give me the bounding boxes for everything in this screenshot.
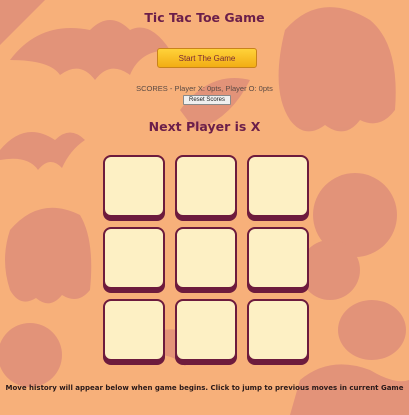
board-cell[interactable] xyxy=(247,227,309,289)
page-title: Tic Tac Toe Game xyxy=(144,10,265,25)
board-cell[interactable] xyxy=(103,227,165,289)
board-cell[interactable] xyxy=(103,299,165,361)
game-board xyxy=(103,155,311,361)
scores-text: SCORES - Player X: 0pts, Player O: 0pts xyxy=(136,84,273,93)
next-player-status: Next Player is X xyxy=(148,119,261,134)
move-history-hint: Move history will appear below when game… xyxy=(5,384,404,392)
board-cell[interactable] xyxy=(103,155,165,217)
board-cell[interactable] xyxy=(175,299,237,361)
reset-scores-button[interactable]: Reset Scores xyxy=(183,95,231,105)
board-cell[interactable] xyxy=(247,299,309,361)
board-cell[interactable] xyxy=(175,227,237,289)
board-cell[interactable] xyxy=(175,155,237,217)
start-game-button[interactable]: Start The Game xyxy=(157,48,257,68)
board-cell[interactable] xyxy=(247,155,309,217)
